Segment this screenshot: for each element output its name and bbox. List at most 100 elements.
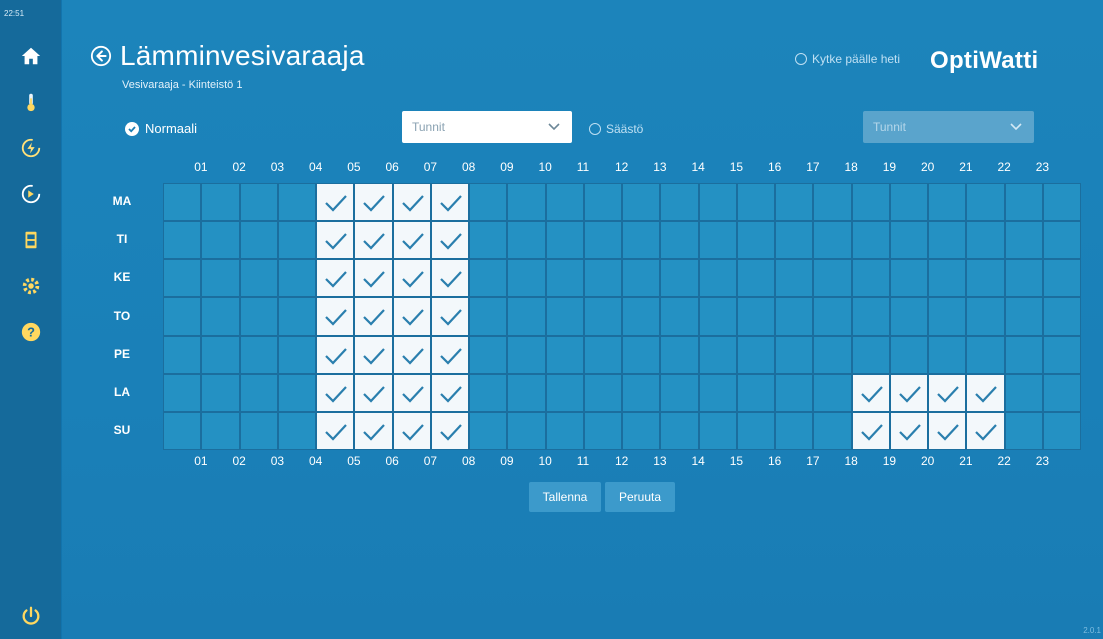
schedule-cell[interactable] — [469, 183, 508, 222]
schedule-cell[interactable] — [545, 183, 584, 222]
schedule-cell[interactable] — [660, 411, 699, 450]
schedule-cell-selected[interactable] — [392, 373, 431, 412]
schedule-cell[interactable] — [622, 221, 661, 260]
save-button[interactable]: Tallenna — [529, 482, 601, 512]
schedule-cell[interactable] — [851, 297, 890, 336]
schedule-cell[interactable] — [1042, 297, 1081, 336]
schedule-cell[interactable] — [622, 259, 661, 298]
schedule-cell[interactable] — [1042, 259, 1081, 298]
schedule-cell-selected[interactable] — [430, 259, 469, 298]
schedule-cell-selected[interactable] — [889, 373, 928, 412]
schedule-cell-selected[interactable] — [430, 297, 469, 336]
schedule-cell-selected[interactable] — [966, 373, 1005, 412]
schedule-cell-selected[interactable] — [316, 373, 355, 412]
schedule-cell[interactable] — [469, 411, 508, 450]
schedule-cell[interactable] — [1004, 335, 1043, 374]
schedule-cell[interactable] — [507, 259, 546, 298]
schedule-cell[interactable] — [889, 335, 928, 374]
schedule-cell-selected[interactable] — [430, 335, 469, 374]
schedule-cell[interactable] — [277, 297, 316, 336]
schedule-cell[interactable] — [201, 221, 240, 260]
schedule-cell[interactable] — [507, 183, 546, 222]
schedule-cell[interactable] — [1004, 411, 1043, 450]
schedule-cell-selected[interactable] — [392, 183, 431, 222]
schedule-cell[interactable] — [163, 183, 202, 222]
schedule-cell[interactable] — [622, 335, 661, 374]
schedule-cell[interactable] — [851, 259, 890, 298]
schedule-cell[interactable] — [622, 373, 661, 412]
schedule-cell[interactable] — [622, 183, 661, 222]
back-arrow-icon[interactable] — [90, 45, 112, 67]
schedule-cell[interactable] — [736, 335, 775, 374]
schedule-cell[interactable] — [507, 297, 546, 336]
schedule-cell[interactable] — [583, 221, 622, 260]
schedule-cell-selected[interactable] — [966, 411, 1005, 450]
schedule-cell[interactable] — [928, 259, 967, 298]
schedule-cell[interactable] — [277, 259, 316, 298]
schedule-cell[interactable] — [775, 259, 814, 298]
schedule-cell[interactable] — [813, 297, 852, 336]
schedule-cell-selected[interactable] — [316, 221, 355, 260]
schedule-cell[interactable] — [277, 221, 316, 260]
schedule-cell-selected[interactable] — [354, 411, 393, 450]
schedule-cell[interactable] — [813, 183, 852, 222]
schedule-cell[interactable] — [201, 411, 240, 450]
schedule-cell[interactable] — [239, 411, 278, 450]
schedule-cell[interactable] — [660, 259, 699, 298]
schedule-cell[interactable] — [239, 335, 278, 374]
schedule-cell[interactable] — [545, 297, 584, 336]
schedule-cell[interactable] — [1042, 221, 1081, 260]
schedule-cell[interactable] — [736, 259, 775, 298]
schedule-cell-selected[interactable] — [316, 297, 355, 336]
schedule-cell[interactable] — [277, 373, 316, 412]
schedule-cell-selected[interactable] — [316, 335, 355, 374]
schedule-cell[interactable] — [545, 259, 584, 298]
energy-icon[interactable] — [19, 136, 43, 160]
schedule-cell-selected[interactable] — [354, 373, 393, 412]
schedule-cell[interactable] — [201, 373, 240, 412]
schedule-cell[interactable] — [736, 297, 775, 336]
thermometer-icon[interactable] — [19, 90, 43, 114]
schedule-cell[interactable] — [736, 373, 775, 412]
schedule-cell-selected[interactable] — [392, 411, 431, 450]
schedule-cell[interactable] — [277, 335, 316, 374]
storage-icon[interactable] — [19, 228, 43, 252]
schedule-cell[interactable] — [201, 297, 240, 336]
cancel-button[interactable]: Peruuta — [605, 482, 675, 512]
schedule-cell-selected[interactable] — [354, 259, 393, 298]
schedule-cell[interactable] — [775, 411, 814, 450]
schedule-cell[interactable] — [889, 183, 928, 222]
schedule-cell-selected[interactable] — [316, 259, 355, 298]
schedule-cell-selected[interactable] — [392, 221, 431, 260]
schedule-cell[interactable] — [545, 335, 584, 374]
schedule-cell[interactable] — [1004, 221, 1043, 260]
schedule-cell[interactable] — [775, 221, 814, 260]
schedule-cell[interactable] — [813, 259, 852, 298]
schedule-cell[interactable] — [660, 335, 699, 374]
schedule-cell-selected[interactable] — [392, 335, 431, 374]
savings-icon[interactable] — [19, 182, 43, 206]
schedule-cell[interactable] — [469, 335, 508, 374]
schedule-cell-selected[interactable] — [430, 183, 469, 222]
schedule-cell-selected[interactable] — [928, 373, 967, 412]
schedule-cell[interactable] — [889, 221, 928, 260]
schedule-cell-selected[interactable] — [928, 411, 967, 450]
schedule-cell[interactable] — [813, 221, 852, 260]
schedule-cell[interactable] — [1004, 259, 1043, 298]
schedule-cell[interactable] — [1042, 411, 1081, 450]
saasto-hours-select[interactable]: Tunnit — [863, 111, 1034, 143]
schedule-cell[interactable] — [736, 411, 775, 450]
schedule-cell[interactable] — [163, 373, 202, 412]
schedule-cell[interactable] — [163, 335, 202, 374]
schedule-cell-selected[interactable] — [889, 411, 928, 450]
schedule-cell[interactable] — [201, 183, 240, 222]
schedule-cell[interactable] — [507, 335, 546, 374]
schedule-cell[interactable] — [1042, 183, 1081, 222]
schedule-cell[interactable] — [813, 335, 852, 374]
schedule-cell[interactable] — [469, 259, 508, 298]
schedule-cell[interactable] — [966, 183, 1005, 222]
schedule-cell[interactable] — [469, 297, 508, 336]
schedule-cell[interactable] — [966, 335, 1005, 374]
schedule-cell[interactable] — [736, 221, 775, 260]
schedule-cell[interactable] — [583, 411, 622, 450]
